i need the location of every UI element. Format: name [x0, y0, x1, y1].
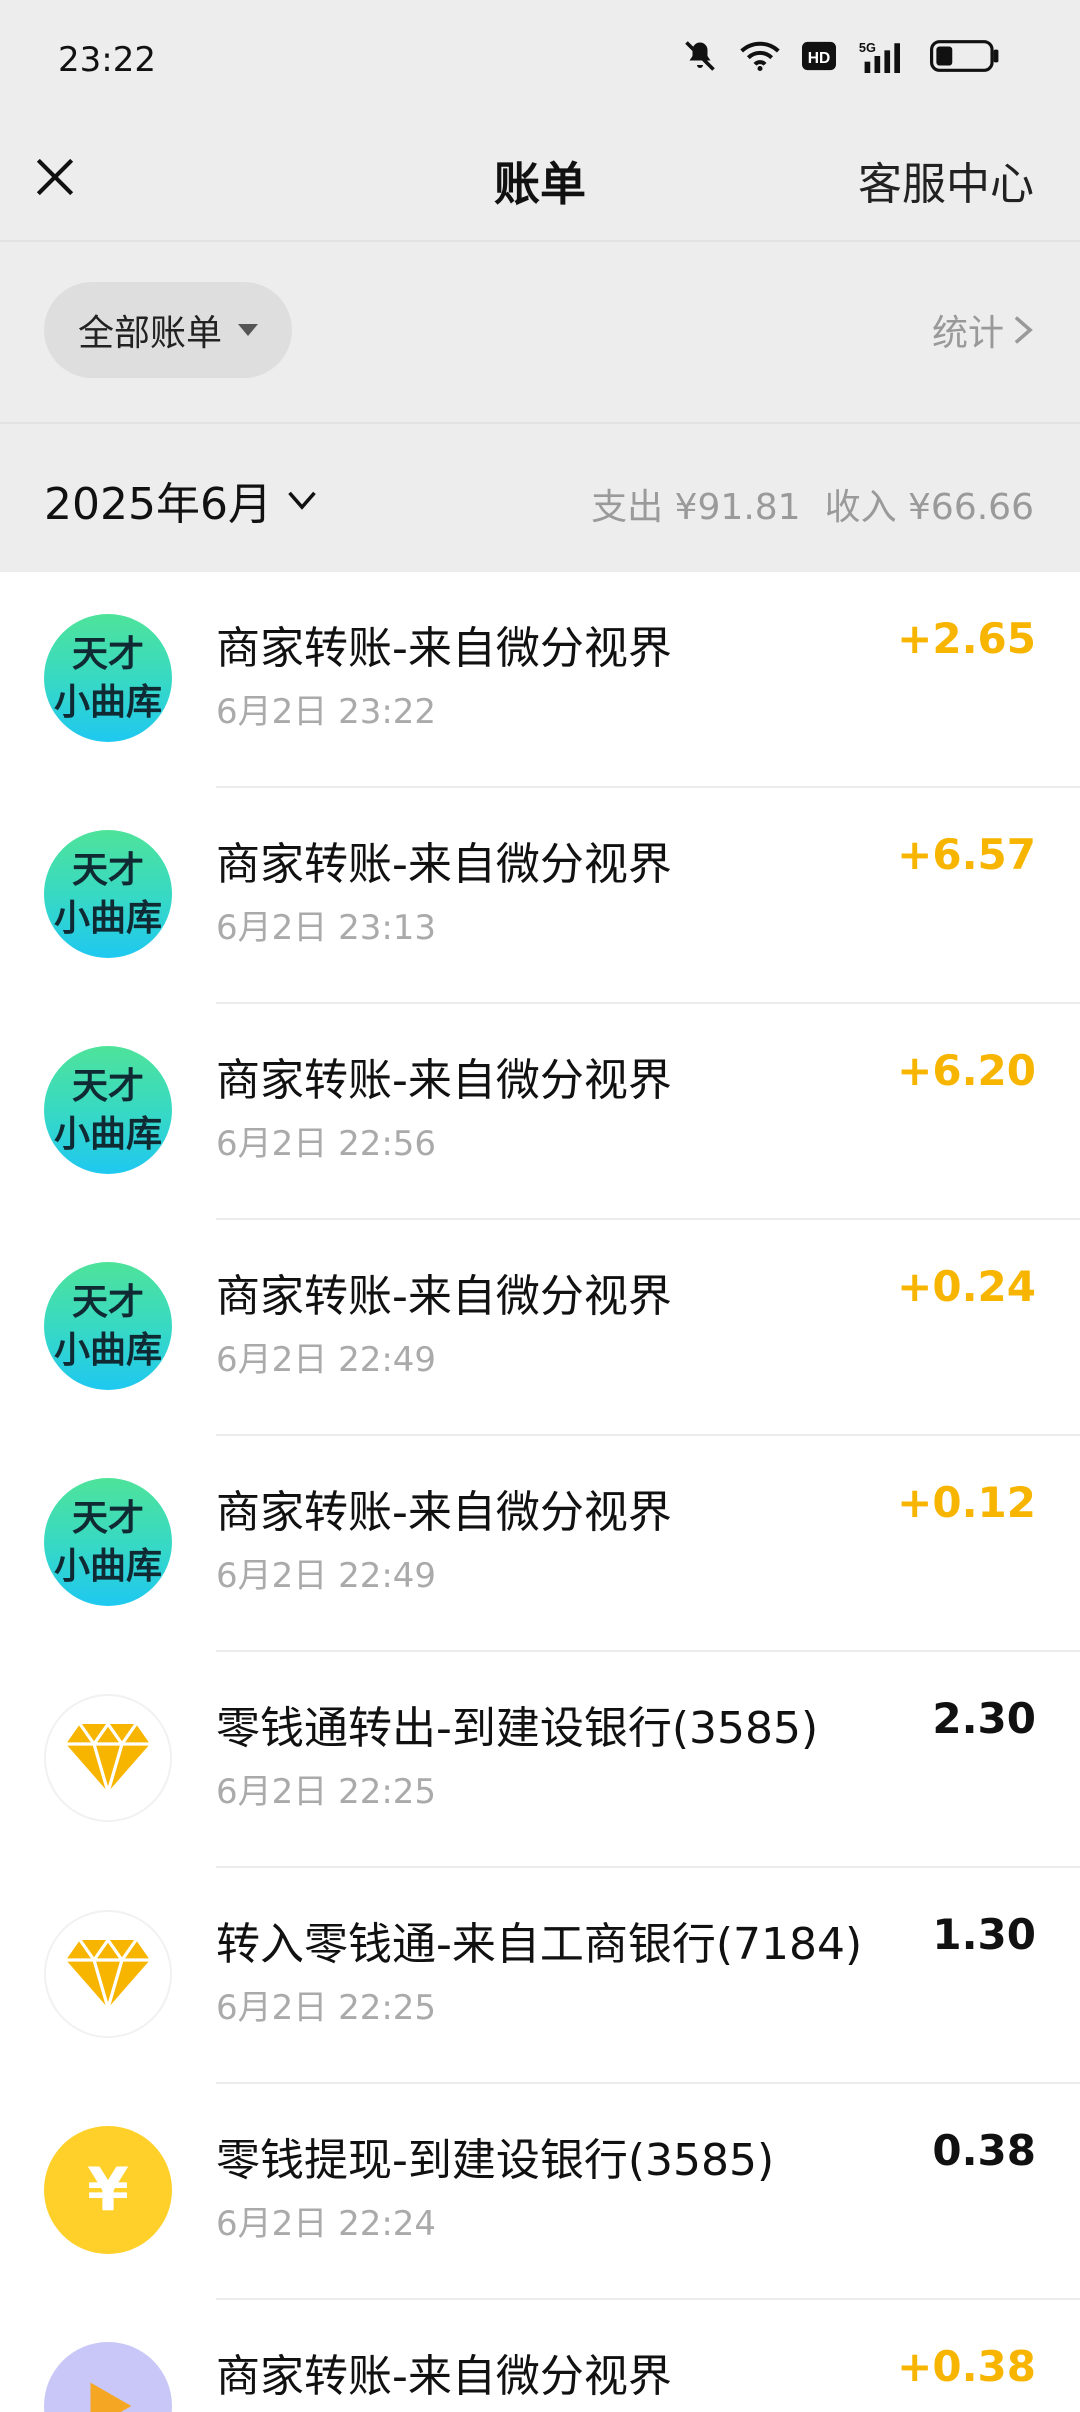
merchant-avatar — [44, 2342, 172, 2412]
expense-summary: 支出 ¥91.81 — [591, 487, 801, 528]
nav-bar: 账单 客服中心 — [0, 124, 1080, 242]
avatar-text: 小曲库 — [53, 681, 162, 723]
chevron-right-icon — [1014, 316, 1033, 344]
transaction-amount: 1.30 — [932, 1910, 1036, 1959]
avatar-text: ¥ — [87, 2155, 129, 2225]
stats-link[interactable]: 统计 — [932, 304, 1034, 356]
lingqiantong-avatar — [44, 1694, 172, 1822]
transaction-row[interactable]: 天才 小曲库 商家转账-来自微分视界 6月2日 22:56 +6.20 — [0, 1004, 1080, 1220]
transaction-time: 6月2日 22:49 — [216, 1556, 437, 1596]
status-bar: 23:22 HD 5G — [0, 0, 1080, 124]
hd-icon: HD — [802, 41, 836, 71]
merchant-avatar: 天才 小曲库 — [44, 830, 172, 958]
transaction-amount: +6.57 — [897, 830, 1036, 879]
transaction-time: 6月2日 22:25 — [216, 1772, 437, 1812]
income-summary: 收入 ¥66.66 — [824, 487, 1034, 528]
transaction-title: 商家转账-来自微分视界 — [216, 1271, 672, 1322]
chevron-down-icon — [288, 491, 316, 510]
stats-label: 统计 — [931, 313, 1004, 354]
merchant-avatar: 天才 小曲库 — [44, 1046, 172, 1174]
dropdown-caret-icon — [238, 324, 258, 336]
transaction-amount: +0.12 — [897, 1478, 1036, 1527]
month-selector[interactable]: 2025年6月 — [44, 468, 318, 532]
transaction-amount: +6.20 — [897, 1046, 1036, 1095]
transaction-row[interactable]: 零钱通转出-到建设银行(3585) 6月2日 22:25 2.30 — [0, 1652, 1080, 1868]
transaction-title: 零钱提现-到建设银行(3585) — [216, 2135, 775, 2186]
transaction-row[interactable]: ¥ 零钱提现-到建设银行(3585) 6月2日 22:24 0.38 — [0, 2084, 1080, 2300]
transaction-time: 6月2日 23:13 — [216, 908, 437, 948]
transaction-title: 转入零钱通-来自工商银行(7184) — [216, 1919, 863, 1970]
transaction-time: 6月2日 22:25 — [216, 1988, 437, 2028]
avatar-text: 天才 — [71, 1065, 144, 1107]
transaction-row[interactable]: 商家转账-来自微分视界 +0.38 — [0, 2300, 1080, 2412]
transaction-time: 6月2日 23:22 — [216, 692, 437, 732]
transaction-amount: +0.24 — [897, 1262, 1036, 1311]
merchant-avatar: 天才 小曲库 — [44, 614, 172, 742]
bill-filter-label: 全部账单 — [77, 313, 222, 354]
lingqiantong-avatar — [44, 1910, 172, 2038]
status-time: 23:22 — [58, 40, 156, 80]
transaction-amount: 2.30 — [932, 1694, 1036, 1743]
transaction-row[interactable]: 转入零钱通-来自工商银行(7184) 6月2日 22:25 1.30 — [0, 1868, 1080, 2084]
transaction-row[interactable]: 天才 小曲库 商家转账-来自微分视界 6月2日 23:13 +6.57 — [0, 788, 1080, 1004]
wifi-icon — [740, 41, 780, 71]
merchant-avatar: 天才 小曲库 — [44, 1262, 172, 1390]
transaction-title: 零钱通转出-到建设银行(3585) — [216, 1703, 819, 1754]
month-summary: 支出 ¥91.81 收入 ¥66.66 — [591, 478, 1034, 530]
transaction-title: 商家转账-来自微分视界 — [216, 2351, 672, 2402]
avatar-text: 小曲库 — [53, 1545, 162, 1587]
transaction-title: 商家转账-来自微分视界 — [216, 623, 672, 674]
transaction-title: 商家转账-来自微分视界 — [216, 839, 672, 890]
transaction-time: 6月2日 22:56 — [216, 1124, 437, 1164]
svg-text:HD: HD — [808, 50, 831, 67]
avatar-text: 天才 — [71, 633, 144, 675]
battery-icon — [930, 40, 999, 72]
customer-service-button[interactable]: 客服中心 — [858, 148, 1034, 212]
svg-text:5G: 5G — [859, 40, 876, 55]
yuan-coin-icon: ¥ — [44, 2126, 172, 2254]
transaction-title: 商家转账-来自微分视界 — [216, 1055, 672, 1106]
diamond-icon — [66, 1721, 150, 1796]
diamond-icon — [66, 1937, 150, 2012]
avatar-text: 天才 — [71, 1497, 144, 1539]
transaction-time: 6月2日 22:24 — [216, 2204, 437, 2244]
bill-filter-dropdown[interactable]: 全部账单 — [44, 282, 292, 378]
status-icons: HD 5G — [682, 38, 1000, 74]
month-label: 2025年6月 — [44, 479, 272, 530]
transaction-title: 商家转账-来自微分视界 — [216, 1487, 672, 1538]
transaction-amount: +2.65 — [897, 614, 1036, 663]
avatar-text: 小曲库 — [53, 1113, 162, 1155]
transaction-time: 6月2日 22:49 — [216, 1340, 437, 1380]
avatar-text: 天才 — [71, 1281, 144, 1323]
transaction-row[interactable]: 天才 小曲库 商家转账-来自微分视界 6月2日 23:22 +2.65 — [0, 572, 1080, 788]
video-app-icon — [90, 2382, 132, 2412]
filter-bar: 全部账单 统计 — [0, 242, 1080, 424]
merchant-avatar: 天才 小曲库 — [44, 1478, 172, 1606]
month-bar: 2025年6月 支出 ¥91.81 收入 ¥66.66 — [0, 424, 1080, 574]
avatar-text: 天才 — [71, 849, 144, 891]
transaction-amount: 0.38 — [932, 2126, 1036, 2175]
avatar-text: 小曲库 — [53, 1329, 162, 1371]
avatar-text: 小曲库 — [53, 897, 162, 939]
transaction-list: 天才 小曲库 商家转账-来自微分视界 6月2日 23:22 +2.65 天才 小曲库 商家转账… — [0, 572, 1080, 2412]
transaction-row[interactable]: 天才 小曲库 商家转账-来自微分视界 6月2日 22:49 +0.24 — [0, 1220, 1080, 1436]
bell-muted-icon — [685, 41, 715, 71]
transaction-amount: +0.38 — [897, 2342, 1036, 2391]
5g-signal-icon: 5G — [859, 40, 900, 73]
transaction-row[interactable]: 天才 小曲库 商家转账-来自微分视界 6月2日 22:49 +0.12 — [0, 1436, 1080, 1652]
